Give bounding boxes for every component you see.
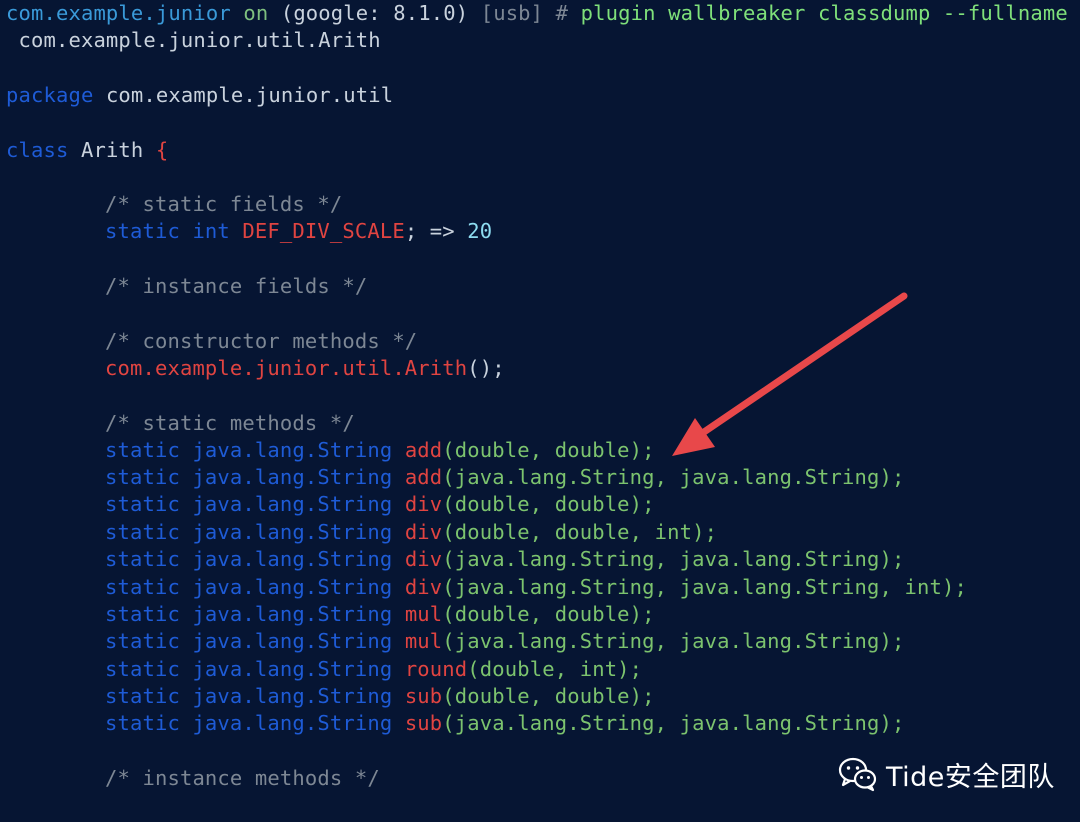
watermark-text: Tide安全团队 xyxy=(886,761,1055,793)
watermark: Tide安全团队 xyxy=(838,752,1055,796)
wechat-icon xyxy=(838,757,877,792)
red-arrow-icon xyxy=(672,292,908,456)
